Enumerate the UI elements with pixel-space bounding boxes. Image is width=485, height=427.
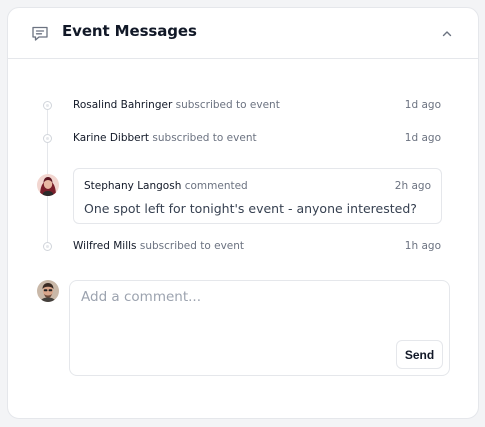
timeline-dot [43, 134, 52, 143]
commenter-avatar [37, 174, 59, 196]
event-user[interactable]: Rosalind Bahringer [73, 99, 172, 111]
comment-card: Stephany Langosh commented 2h ago One sp… [73, 168, 442, 224]
send-button[interactable]: Send [396, 340, 443, 369]
event-time: 1d ago [404, 132, 441, 144]
event-action: subscribed to event [152, 132, 257, 144]
event-user[interactable]: Karine Dibbert [73, 132, 149, 144]
timeline-dot [43, 101, 52, 110]
card-title: Event Messages [62, 22, 197, 40]
event-messages-card: Event Messages Rosalind Bahringer subscr… [7, 7, 479, 419]
timeline-event: Karine Dibbert subscribed to event 1d ag… [73, 130, 441, 146]
event-time: 1d ago [404, 99, 441, 111]
timeline-dot [43, 242, 52, 251]
chevron-up-icon [441, 25, 453, 44]
comment-placeholder: Add a comment... [81, 289, 202, 305]
comment-text: One spot left for tonight's event - anyo… [84, 201, 417, 216]
comment-input[interactable]: Add a comment... Send [69, 280, 450, 376]
event-action: subscribed to event [175, 99, 280, 111]
current-user-avatar [37, 280, 59, 302]
event-action: subscribed to event [139, 240, 245, 252]
comment-time: 2h ago [394, 180, 431, 192]
message-square-icon [30, 23, 50, 43]
comment-action: commented [184, 180, 248, 192]
timeline-event: Wilfred Mills subscribed to event 1h ago [73, 238, 441, 254]
event-user[interactable]: Wilfred Mills [73, 240, 137, 252]
event-time: 1h ago [404, 240, 441, 252]
comment-meta: Stephany Langosh commented 2h ago [84, 179, 431, 193]
comment-user[interactable]: Stephany Langosh [84, 180, 181, 192]
timeline-event: Rosalind Bahringer subscribed to event 1… [73, 97, 441, 113]
card-header: Event Messages [8, 8, 478, 59]
collapse-button[interactable] [436, 23, 458, 45]
